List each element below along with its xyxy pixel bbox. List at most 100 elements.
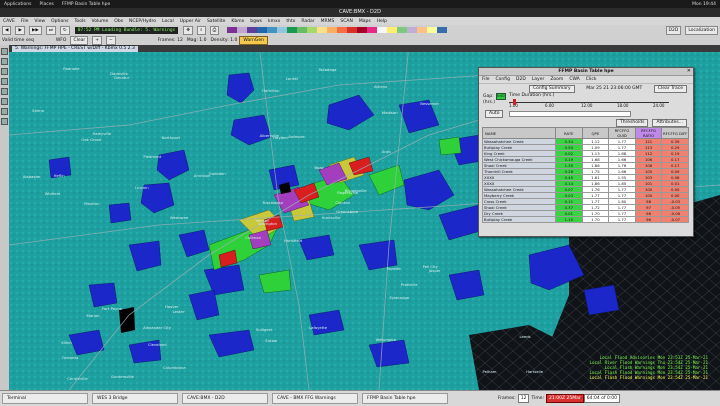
refresh-icon[interactable]: ↻ [59, 25, 70, 35]
place-label: Wedowee [169, 215, 189, 221]
table-header-rate[interactable]: RATE [555, 127, 583, 139]
clear-trace-button[interactable]: Clear Trace [653, 84, 687, 93]
time-slider-handle[interactable] [513, 99, 516, 105]
menu-radar[interactable]: Radar [301, 19, 314, 24]
place-label: Heflin [53, 172, 65, 178]
places-menu[interactable]: Places [40, 2, 54, 7]
place-label: Tuscaloosa [262, 199, 283, 205]
dialog-menu-zoom[interactable]: Zoom [550, 77, 563, 82]
table-datetime: Mar 25 21 23:06:00 GMT [586, 86, 643, 91]
table-header-rfcffg-ratio[interactable]: RFCFFG RATIO [634, 127, 663, 139]
applications-menu[interactable]: Applications [4, 2, 32, 7]
play-button[interactable]: ▶ [15, 25, 25, 35]
menu-maps[interactable]: Maps [359, 19, 371, 24]
config-summary-button[interactable]: Config Summary [529, 84, 575, 93]
sidebar-tool-icon[interactable] [1, 78, 8, 85]
attributes-button[interactable]: Attributes... [652, 118, 687, 127]
thresholds-button[interactable]: Thresholds [615, 118, 649, 127]
zoom-in-icon[interactable]: + [92, 35, 102, 45]
sidebar-tool-icon[interactable] [1, 88, 8, 95]
table-header-qpe[interactable]: QPE [581, 127, 610, 139]
menu-bgws[interactable]: bgws [250, 19, 262, 24]
forward-button[interactable]: ▶▶ [28, 25, 42, 35]
place-label: Haleyville [92, 130, 112, 136]
menu-cave[interactable]: CAVE [3, 19, 15, 24]
menu-view[interactable]: View [34, 19, 45, 24]
rate-cell: 1.15 [555, 216, 583, 223]
sidebar-tool-icon[interactable] [1, 98, 8, 105]
place-label: Anniston [193, 173, 211, 179]
dialog-menu-click[interactable]: Click [586, 77, 597, 82]
place-label: Selma [32, 108, 44, 114]
sidebar-tool-icon[interactable] [1, 118, 8, 125]
back-button[interactable]: ◀ [2, 25, 12, 35]
menu-upper-air[interactable]: Upper Air [180, 19, 201, 24]
magnification-dropdown[interactable]: Mag: 1.0 [187, 38, 207, 43]
menu-file[interactable]: File [21, 19, 29, 24]
zoom-out-icon[interactable]: − [106, 35, 116, 45]
density-dropdown[interactable]: Density: 1.0 [210, 38, 237, 43]
menu-kmxx[interactable]: kmxx [268, 19, 280, 24]
table-row[interactable]: Buttplay Creek 1.15 1.70 1.77 96 -0.07 [482, 216, 689, 223]
menu-local[interactable]: Local [162, 19, 174, 24]
menu-satellite[interactable]: Satellite [207, 19, 225, 24]
menu-kbmx[interactable]: Kbmx [231, 19, 244, 24]
menu-help[interactable]: Help [377, 19, 387, 24]
dialog-menu-d2d[interactable]: D2D [516, 77, 526, 82]
zoom-icon[interactable]: ⌕ [197, 25, 206, 35]
active-app[interactable]: FFMP Basin Table hpe [62, 2, 110, 7]
sidebar-tool-icon[interactable] [1, 48, 8, 55]
perspective-localization-button[interactable]: Localization [685, 25, 718, 35]
colorbar-swatch [327, 27, 338, 33]
time-value-field[interactable] [509, 110, 632, 117]
taskbar-item-cave-bmx-d2d[interactable]: CAVE:BMX - D2D [182, 393, 268, 404]
place-label: Lincoln [135, 184, 149, 190]
step-button[interactable]: ⏭ [45, 25, 56, 35]
menu-options[interactable]: Options [51, 19, 68, 24]
table-header-rfcffg-diff[interactable]: RFCFFG DIFF [661, 127, 689, 139]
valid-time-seq-dropdown[interactable]: Valid time seq [2, 38, 34, 43]
menu-volume[interactable]: Volume [92, 19, 109, 24]
dialog-title-bar[interactable]: FFMP Basin Table hpe ✕ [479, 68, 693, 76]
table-header-rfcffg-guid[interactable]: RFCFFG GUID [608, 127, 636, 139]
place-label: Centreville [67, 375, 88, 381]
clear-button[interactable]: Clear [70, 35, 89, 45]
dialog-menu-file[interactable]: File [482, 77, 490, 82]
sidebar-tool-icon[interactable] [1, 58, 8, 65]
menu-tools[interactable]: Tools [74, 19, 85, 24]
menu-scan[interactable]: SCAN [340, 19, 352, 24]
gap-label: Gap: [483, 94, 494, 99]
time-status-value[interactable]: 21:00Z 25Mar [546, 394, 584, 403]
taskbar-item-cave-bmx-ffg-warnings[interactable]: CAVE - BMX FFG Warnings [272, 393, 358, 404]
close-icon[interactable]: ✕ [687, 68, 691, 75]
dialog-title: FFMP Basin Table hpe [558, 69, 614, 74]
menu-obs[interactable]: Obs [114, 19, 123, 24]
sidebar-tool-icon[interactable] [1, 68, 8, 75]
perspective-d2d-button[interactable]: D2D [665, 25, 682, 35]
dialog-menu-cwa[interactable]: CWA [569, 77, 579, 82]
print-icon[interactable]: ⎙ [209, 25, 220, 35]
place-label: Fort Payne [101, 306, 123, 312]
table-header-name[interactable]: NAME [482, 127, 556, 139]
colorbar-swatch [437, 27, 448, 33]
frames-dropdown[interactable]: Frames: 12 [158, 38, 183, 43]
menu-mrms[interactable]: MRMS [321, 19, 335, 24]
sidebar-tool-icon[interactable] [1, 108, 8, 115]
menu-ncep-hydro[interactable]: NCEP/Hydro [129, 19, 156, 24]
taskbar-item-ffmp-basin-table-hpe[interactable]: FFMP Basin Table hpe [362, 393, 448, 404]
place-label: Oak Grove [81, 137, 102, 143]
wfo-dropdown[interactable]: WFO [56, 38, 67, 43]
dialog-menu-config[interactable]: Config [496, 77, 510, 82]
time-duration-slider[interactable]: 1.00 6.00 12.00 18.00 24.00 [509, 98, 669, 108]
place-label: Wetumpka [375, 337, 396, 343]
menu-thtx[interactable]: thtx [286, 19, 295, 24]
pan-icon[interactable]: ✥ [183, 25, 194, 35]
dialog-menu-layer[interactable]: Layer [532, 77, 545, 82]
basin-name-cell[interactable]: Buttplay Creek [482, 216, 556, 223]
taskbar-item-wes-3-bridge[interactable]: WES 3 Bridge [92, 393, 178, 404]
colorbar-swatch [347, 27, 358, 33]
auto-button[interactable]: Auto [485, 109, 504, 118]
tab-warnings[interactable]: 5. Warnings: FFMP HPE - CREST w/Diff - K… [12, 46, 138, 52]
taskbar-item-terminal[interactable]: Terminal [2, 393, 88, 404]
warngen-button[interactable]: WarnGen [239, 35, 268, 45]
